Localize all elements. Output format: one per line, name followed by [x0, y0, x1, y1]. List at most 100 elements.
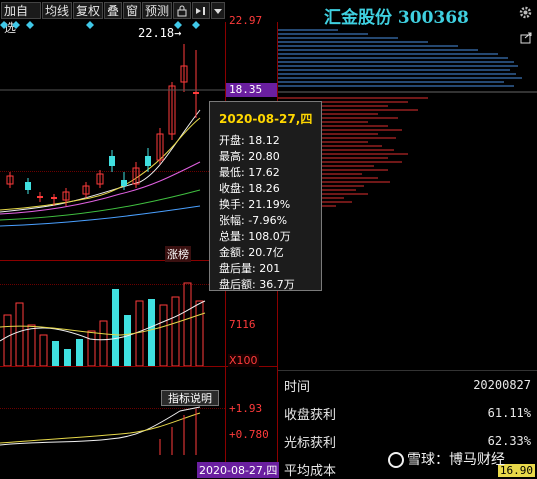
- tooltip-label: 开盘: [219, 134, 241, 147]
- indicator-value: +0.780: [229, 428, 269, 441]
- tooltip-label: 盘后额: [219, 278, 252, 291]
- chip-upper-bars: [278, 29, 522, 87]
- tooltip-value: 36.7万: [259, 278, 295, 291]
- candle: [121, 180, 127, 186]
- volume-bar: [64, 349, 71, 366]
- limit-up-tag[interactable]: 涨榜: [165, 246, 191, 262]
- tooltip-after-volume: 盘后量: 201: [219, 262, 281, 275]
- volume-bar: [87, 330, 96, 366]
- tooltip-after-amount: 盘后额: 36.7万: [219, 278, 295, 291]
- cursor-profit-label: 光标获利: [284, 436, 337, 451]
- tooltip-label: 总量: [219, 230, 241, 243]
- tooltip-turnover: 换手: 21.19%: [219, 198, 291, 211]
- current-price-value: 18.35: [229, 83, 263, 96]
- ma-line-green: [0, 189, 201, 221]
- price-axis-top: 22.97: [229, 14, 263, 27]
- volume-ma-yellow: [0, 312, 206, 336]
- candle: [145, 156, 151, 166]
- add-favorite-button[interactable]: 加自选: [1, 2, 41, 35]
- kline-tooltip: 2020-08-27,四 开盘: 18.12 最高: 20.80 最低: 17.…: [209, 101, 322, 291]
- volume-bar: [76, 339, 83, 366]
- candlestick-chart: [0, 44, 225, 227]
- volume-bar: [135, 300, 144, 366]
- volume-bar: [112, 289, 119, 366]
- tooltip-label: 收盘: [219, 182, 241, 195]
- gear-icon[interactable]: [518, 5, 533, 20]
- tooltip-date: 2020-08-27,四: [219, 112, 313, 126]
- candles: [6, 44, 199, 206]
- volume-bar: [39, 334, 48, 366]
- adjust-price-button[interactable]: 复权: [73, 2, 103, 19]
- tooltip-value: 108.0万: [248, 230, 291, 243]
- tooltip-amount: 金额: 20.7亿: [219, 246, 284, 259]
- volume-bar: [195, 300, 204, 366]
- tooltip-label: 金额: [219, 246, 241, 259]
- tooltip-value: -7.96%: [248, 214, 288, 227]
- volume-bar: [99, 320, 108, 366]
- tooltip-label: 换手: [219, 198, 241, 211]
- menu-triangle-icon[interactable]: [211, 2, 225, 19]
- high-marker-label: 22.18→: [138, 26, 181, 40]
- bottom-date-label: 2020-08-27,四: [197, 462, 280, 478]
- time-value: 20200827: [473, 378, 531, 392]
- window-button[interactable]: 窗: [123, 2, 141, 19]
- overlay-button[interactable]: 叠: [104, 2, 122, 19]
- volume-bars: [3, 282, 204, 366]
- profit-value: 61.11%: [487, 406, 531, 420]
- volume-axis-value: 7116: [229, 318, 256, 331]
- volume-bar: [124, 315, 131, 366]
- volume-bar: [15, 302, 24, 366]
- stats-top-border: [278, 370, 537, 371]
- volume-bar: [183, 282, 192, 366]
- volume-unit: X100: [228, 354, 259, 367]
- toolbar: 加自选 均线 复权 叠 窗 预测: [0, 0, 228, 35]
- volume-bar: [27, 324, 36, 366]
- time-label: 时间: [284, 380, 311, 395]
- candle: [109, 156, 115, 166]
- tooltip-high: 最高: 20.80: [219, 150, 280, 163]
- tooltip-value: 20.80: [248, 150, 280, 163]
- tooltip-value: 201: [259, 262, 281, 275]
- ma-line-white: [0, 109, 201, 213]
- cursor-profit-value: 62.33%: [487, 434, 531, 448]
- volume-bar: [3, 314, 12, 366]
- tooltip-label: 最高: [219, 150, 241, 163]
- profit-label: 收盘获利: [284, 408, 337, 423]
- volume-bar: [148, 299, 155, 366]
- tooltip-value: 18.12: [248, 134, 280, 147]
- candle: [25, 182, 31, 190]
- watermark-text: 雪球：博马财经: [407, 452, 505, 468]
- volume-bar: [52, 341, 59, 366]
- tooltip-change: 张幅: -7.96%: [219, 214, 288, 227]
- indicator-chart: [0, 406, 201, 455]
- tooltip-volume: 总量: 108.0万: [219, 230, 291, 243]
- forecast-button[interactable]: 预测: [142, 2, 172, 19]
- tooltip-value: 18.26: [248, 182, 280, 195]
- avg-cost-label: 平均成本: [284, 464, 337, 479]
- high-marker-arrow-icon: →: [174, 26, 182, 40]
- high-marker-value: 22.18: [138, 26, 175, 40]
- candle: [37, 196, 43, 198]
- volume-bar: [159, 304, 168, 366]
- candle: [51, 197, 57, 199]
- tooltip-label: 张幅: [219, 214, 241, 227]
- snowball-logo-icon: [388, 452, 404, 468]
- tooltip-label: 盘后量: [219, 262, 252, 275]
- collapse-arrow-icon[interactable]: [192, 2, 210, 19]
- indicator-value-up: +1.93: [229, 402, 263, 415]
- tooltip-value: 21.19%: [248, 198, 291, 211]
- volume-bar: [171, 296, 180, 366]
- tooltip-low: 最低: 17.62: [219, 166, 280, 179]
- volume-chart: [0, 282, 206, 366]
- ma-line-yellow: [0, 117, 201, 211]
- candle: [193, 92, 199, 94]
- tooltip-open: 开盘: 18.12: [219, 134, 280, 147]
- moving-average-button[interactable]: 均线: [42, 2, 72, 19]
- tooltip-close: 收盘: 18.26: [219, 182, 280, 195]
- current-price-badge: 18.35: [226, 83, 277, 97]
- lock-icon[interactable]: [173, 2, 191, 19]
- tooltip-value: 20.7亿: [248, 246, 284, 259]
- indicator-line-white: [0, 406, 201, 446]
- tooltip-label: 最低: [219, 166, 241, 179]
- tooltip-value: 17.62: [248, 166, 280, 179]
